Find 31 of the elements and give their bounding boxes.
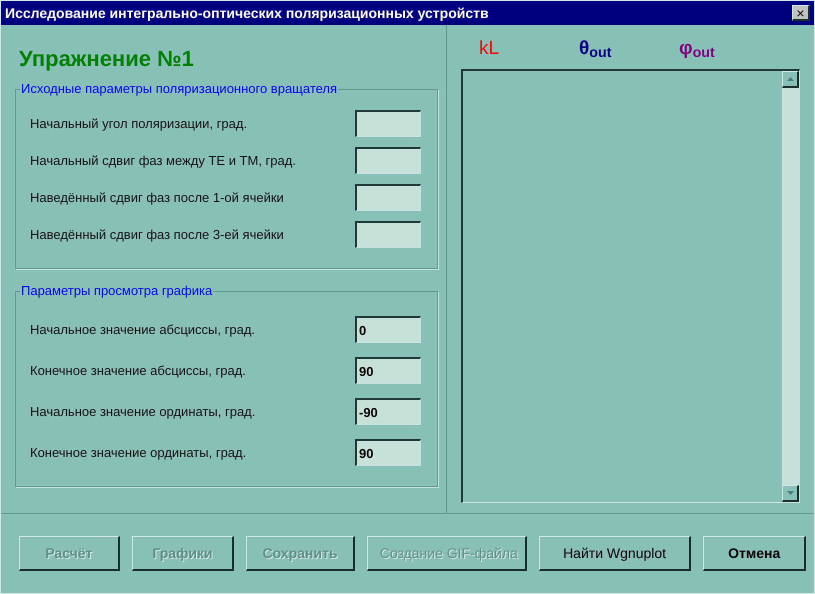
input-field[interactable]: 90: [355, 439, 421, 466]
column-header: θ$_{out}$: [579, 36, 612, 64]
exercise-heading: Упражнение №1: [18, 44, 195, 73]
field-label: Наведённый сдвиг фаз после 1-ой ячейки: [30, 188, 284, 207]
column-header: φ$_{out}$: [679, 36, 715, 64]
dialog-button[interactable]: Отмена: [703, 536, 806, 571]
input-field[interactable]: [355, 184, 421, 211]
column-header: kL: [479, 36, 500, 61]
group-title: Параметры просмотра графика: [20, 283, 214, 299]
input-field[interactable]: [355, 110, 421, 137]
input-field[interactable]: -90: [355, 398, 421, 425]
scroll-down-button[interactable]: [782, 485, 799, 502]
field-label: Конечное значение абсциссы, град.: [30, 362, 246, 380]
field-label: Начальный сдвиг фаз между ТЕ и ТМ, град.: [30, 152, 296, 170]
scrollbar[interactable]: [782, 71, 799, 502]
close-button[interactable]: ×: [792, 5, 810, 21]
up-arrow-icon: [786, 77, 794, 81]
field-label: Начальный угол поляризации, град.: [30, 114, 248, 133]
field-label: Наведённый сдвиг фаз после 3-ей ячейки: [30, 226, 284, 244]
group-title: Исходные параметры поляризационного вращателя: [20, 81, 338, 97]
field-label: Начальное значение абсциссы, град.: [30, 320, 256, 339]
down-arrow-icon: [786, 491, 794, 495]
window-title: Исследование интегрально-оптических поляризационных устройств: [5, 4, 489, 23]
field-label: Конечное значение ординаты, град.: [30, 444, 246, 462]
scroll-up-button[interactable]: [782, 71, 799, 88]
input-field[interactable]: [355, 147, 421, 174]
input-field[interactable]: [355, 221, 421, 248]
input-field[interactable]: 90: [355, 357, 421, 384]
field-label: Начальное значение ординаты, град.: [30, 402, 256, 421]
dialog-button[interactable]: Найти Wgnuplot: [538, 536, 692, 571]
input-field[interactable]: 0: [355, 316, 421, 343]
